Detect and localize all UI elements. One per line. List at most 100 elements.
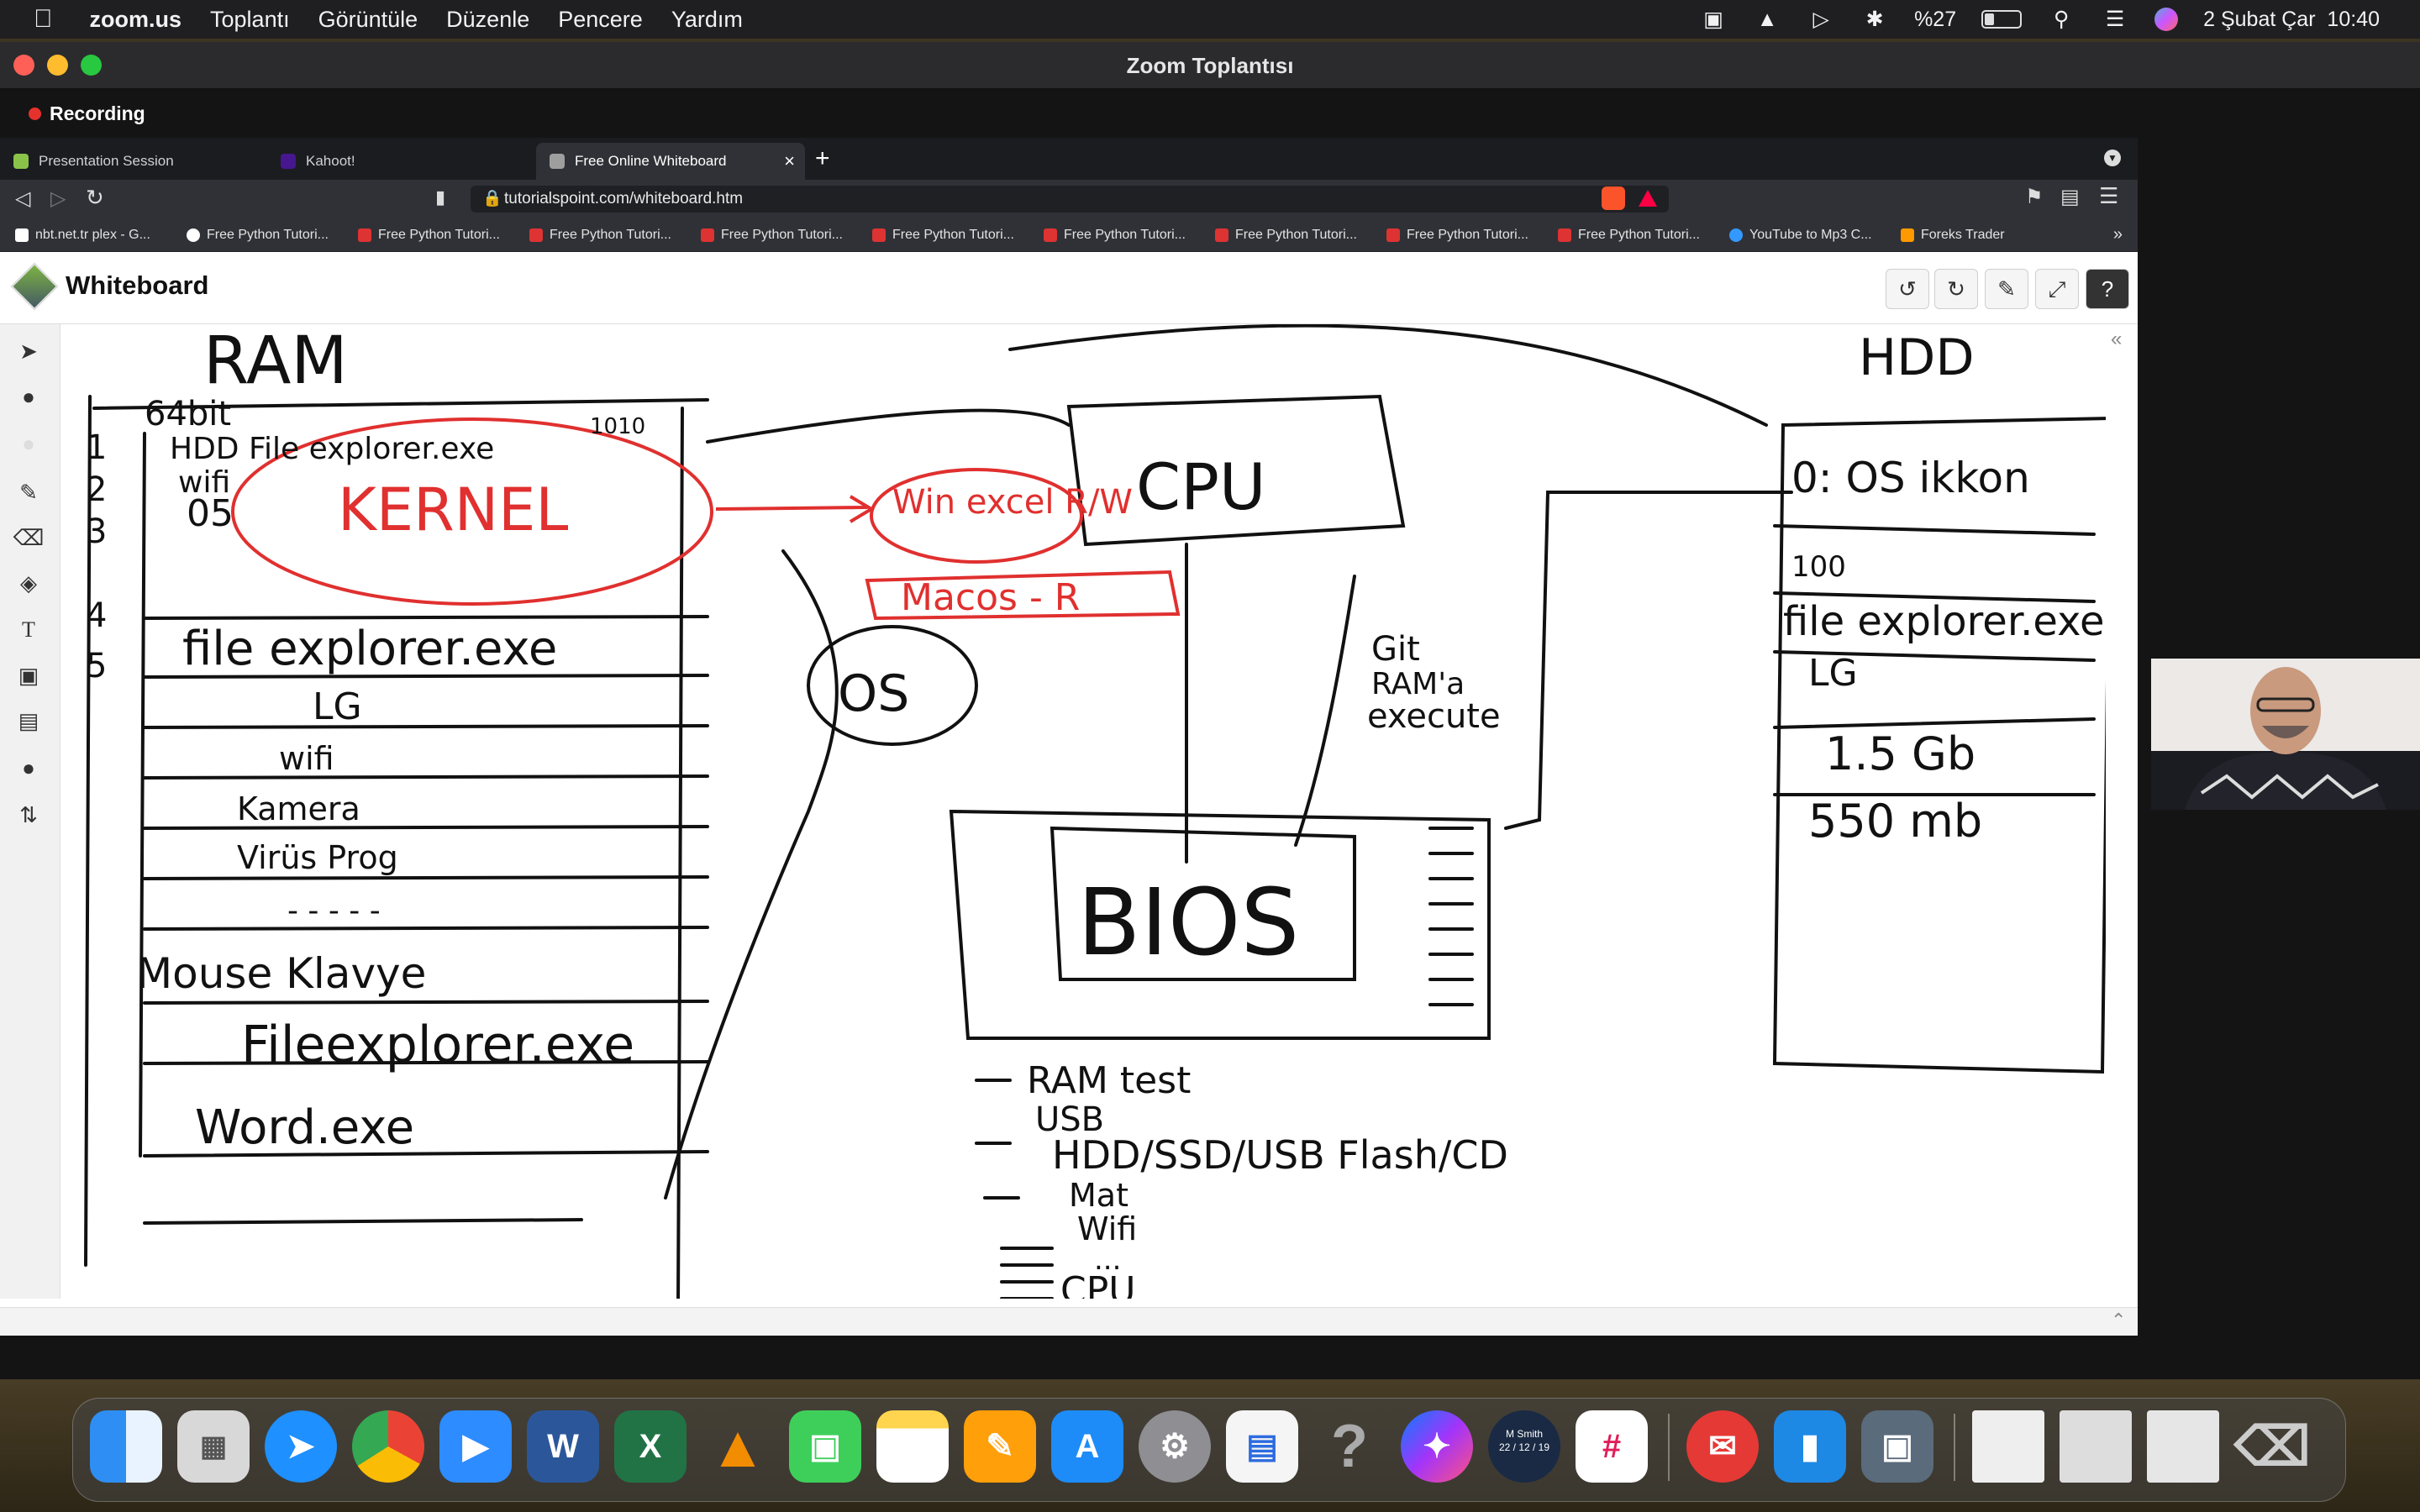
excel-icon[interactable]: X	[614, 1410, 687, 1483]
word-icon[interactable]: W	[527, 1410, 599, 1483]
chat-icon[interactable]: ●	[10, 749, 47, 786]
vlc-status-icon[interactable]: ▲	[1753, 8, 1781, 32]
brush-icon[interactable]: ✎	[1985, 269, 2028, 309]
launchpad-icon[interactable]: ▦	[177, 1410, 250, 1483]
text-icon[interactable]: T	[10, 612, 47, 648]
empty-circle-icon[interactable]: ●	[10, 425, 47, 462]
browser-menu-icon[interactable]: ☰	[2099, 183, 2118, 209]
eraser-icon[interactable]: ⌫	[10, 519, 47, 556]
zoom-window: Zoom Toplantısı Recording Presentation S…	[0, 42, 2420, 1379]
zoom-window-button[interactable]	[81, 55, 102, 76]
menu-item-goruntule[interactable]: Görüntüle	[318, 7, 418, 33]
close-tab-icon[interactable]: ×	[784, 143, 795, 180]
menu-item-toplanti[interactable]: Toplantı	[210, 7, 290, 33]
calendar-widget-icon[interactable]: M Smith 22 / 12 / 19	[1488, 1410, 1560, 1483]
pages-icon[interactable]: ✎	[964, 1410, 1036, 1483]
unknown-app-icon[interactable]: ?	[1313, 1410, 1386, 1483]
fullscreen-icon[interactable]: ⤢	[2035, 269, 2079, 309]
help-icon[interactable]: ?	[2086, 269, 2129, 309]
bookmark-item[interactable]: Free Python Tutori...	[872, 228, 1028, 243]
bookmark-item[interactable]: Free Python Tutori...	[701, 228, 857, 243]
safari-icon[interactable]: ➤	[265, 1410, 337, 1483]
battery-icon[interactable]	[1981, 10, 2023, 29]
notes-icon[interactable]	[876, 1410, 949, 1483]
document-stack-icon[interactable]	[1972, 1410, 2044, 1483]
bluetooth-icon[interactable]: ✱	[1860, 7, 1889, 32]
back-icon[interactable]: ◁	[15, 186, 30, 211]
brave-shield-icon[interactable]	[1602, 186, 1625, 210]
git-note-line: execute	[1367, 697, 1501, 736]
forward-icon[interactable]: ▷	[50, 186, 66, 211]
menu-datetime: 2 Şubat Çar 10:40	[2203, 7, 2380, 31]
app-store-icon[interactable]: A	[1051, 1410, 1123, 1483]
zoom-app-icon[interactable]: ▶	[439, 1410, 512, 1483]
slack-icon[interactable]: #	[1576, 1410, 1648, 1483]
mail-icon[interactable]: ✉	[1686, 1410, 1759, 1483]
ram-row-line	[143, 724, 709, 729]
expand-footer-icon[interactable]: ⌃	[2111, 1310, 2126, 1331]
control-center-icon[interactable]: ☰	[2101, 7, 2129, 32]
google-icon	[15, 228, 29, 242]
collapse-panel-icon[interactable]: «	[2111, 328, 2122, 351]
minimize-window-button[interactable]	[47, 55, 68, 76]
zoom-status-icon[interactable]: ▣	[1699, 7, 1728, 32]
wallet-icon[interactable]: ▤	[2060, 185, 2080, 209]
menu-app-name[interactable]: zoom.us	[90, 7, 182, 33]
play-status-icon[interactable]: ▷	[1807, 7, 1835, 32]
preview-icon[interactable]: ▣	[1861, 1410, 1933, 1483]
reload-icon[interactable]: ↻	[86, 185, 104, 211]
bookmark-item[interactable]: YouTube to Mp3 C...	[1729, 228, 1886, 243]
participant-video[interactable]	[2151, 659, 2420, 810]
bookmark-item[interactable]: Free Python Tutori...	[1215, 228, 1371, 243]
messenger-icon[interactable]: ✦	[1401, 1410, 1473, 1483]
system-preferences-icon[interactable]: ⚙	[1139, 1410, 1211, 1483]
screenshot-stack-icon[interactable]	[2060, 1410, 2132, 1483]
close-window-button[interactable]	[13, 55, 34, 76]
bookmark-item[interactable]: Free Python Tutori...	[358, 228, 514, 243]
tab-label: Presentation Session	[39, 153, 174, 169]
more-bookmarks-icon[interactable]: »	[2113, 225, 2123, 244]
apple-icon[interactable]: 	[34, 5, 53, 34]
printer-icon[interactable]: ▤	[1226, 1410, 1298, 1483]
keynote-icon[interactable]: ▮	[1774, 1410, 1846, 1483]
finder-icon[interactable]	[90, 1410, 162, 1483]
menu-item-pencere[interactable]: Pencere	[558, 7, 643, 33]
extensions-icon[interactable]: ⚑	[2025, 185, 2044, 209]
bookmark-item[interactable]: Free Python Tutori...	[1558, 228, 1714, 243]
menu-item-duzenle[interactable]: Düzenle	[446, 7, 529, 33]
bookmark-item[interactable]: Free Python Tutori...	[187, 228, 343, 243]
new-tab-icon[interactable]: +	[815, 144, 830, 173]
chrome-icon[interactable]	[352, 1410, 424, 1483]
brave-rewards-icon[interactable]	[1639, 190, 1657, 207]
siri-icon[interactable]	[2154, 8, 2179, 31]
vlc-icon[interactable]: ▲	[702, 1410, 774, 1483]
facetime-icon[interactable]: ▣	[789, 1410, 861, 1483]
tab-free-online-whiteboard[interactable]: Free Online Whiteboard ×	[536, 143, 805, 180]
shapes-icon[interactable]: ◈	[10, 564, 47, 601]
bookmark-item[interactable]: Free Python Tutori...	[1044, 228, 1200, 243]
trash-icon[interactable]: ⌫	[2234, 1410, 2311, 1483]
bookmark-item[interactable]: Free Python Tutori...	[1386, 228, 1543, 243]
tab-presentation-session[interactable]: Presentation Session	[0, 143, 267, 180]
pen-icon[interactable]: ✎	[10, 474, 47, 511]
bookmark-item[interactable]: Free Python Tutori...	[529, 228, 686, 243]
menu-item-yardim[interactable]: Yardım	[671, 7, 743, 33]
bookmark-item[interactable]: Foreks Trader	[1901, 228, 2057, 243]
ram-row-line	[143, 774, 709, 780]
fill-circle-icon[interactable]: ●	[10, 378, 47, 415]
url-input[interactable]: 🔒 tutorialspoint.com/whiteboard.htm	[471, 186, 1669, 213]
drawing-canvas[interactable]: RAM 64bit 1010 HDD File explorer.exe wif…	[60, 324, 2106, 1299]
bookmark-icon[interactable]: ▮	[435, 186, 445, 208]
undo-icon[interactable]: ↺	[1886, 269, 1929, 309]
bookmark-item[interactable]: nbt.net.tr plex - G...	[15, 228, 171, 243]
recording-indicator[interactable]: Recording	[29, 102, 145, 125]
pointer-icon[interactable]: ➤	[10, 333, 47, 370]
downloads-stack-icon[interactable]	[2147, 1410, 2219, 1483]
image-icon[interactable]: ▣	[10, 657, 47, 694]
arrows-icon[interactable]: ⇅	[10, 796, 47, 833]
spotlight-search-icon[interactable]: ⚲	[2047, 7, 2075, 32]
tab-kahoot[interactable]: Kahoot!	[267, 143, 536, 180]
image-add-icon[interactable]: ▤	[10, 702, 47, 739]
redo-icon[interactable]: ↻	[1934, 269, 1978, 309]
tab-search-icon[interactable]: ▼	[2104, 150, 2121, 166]
